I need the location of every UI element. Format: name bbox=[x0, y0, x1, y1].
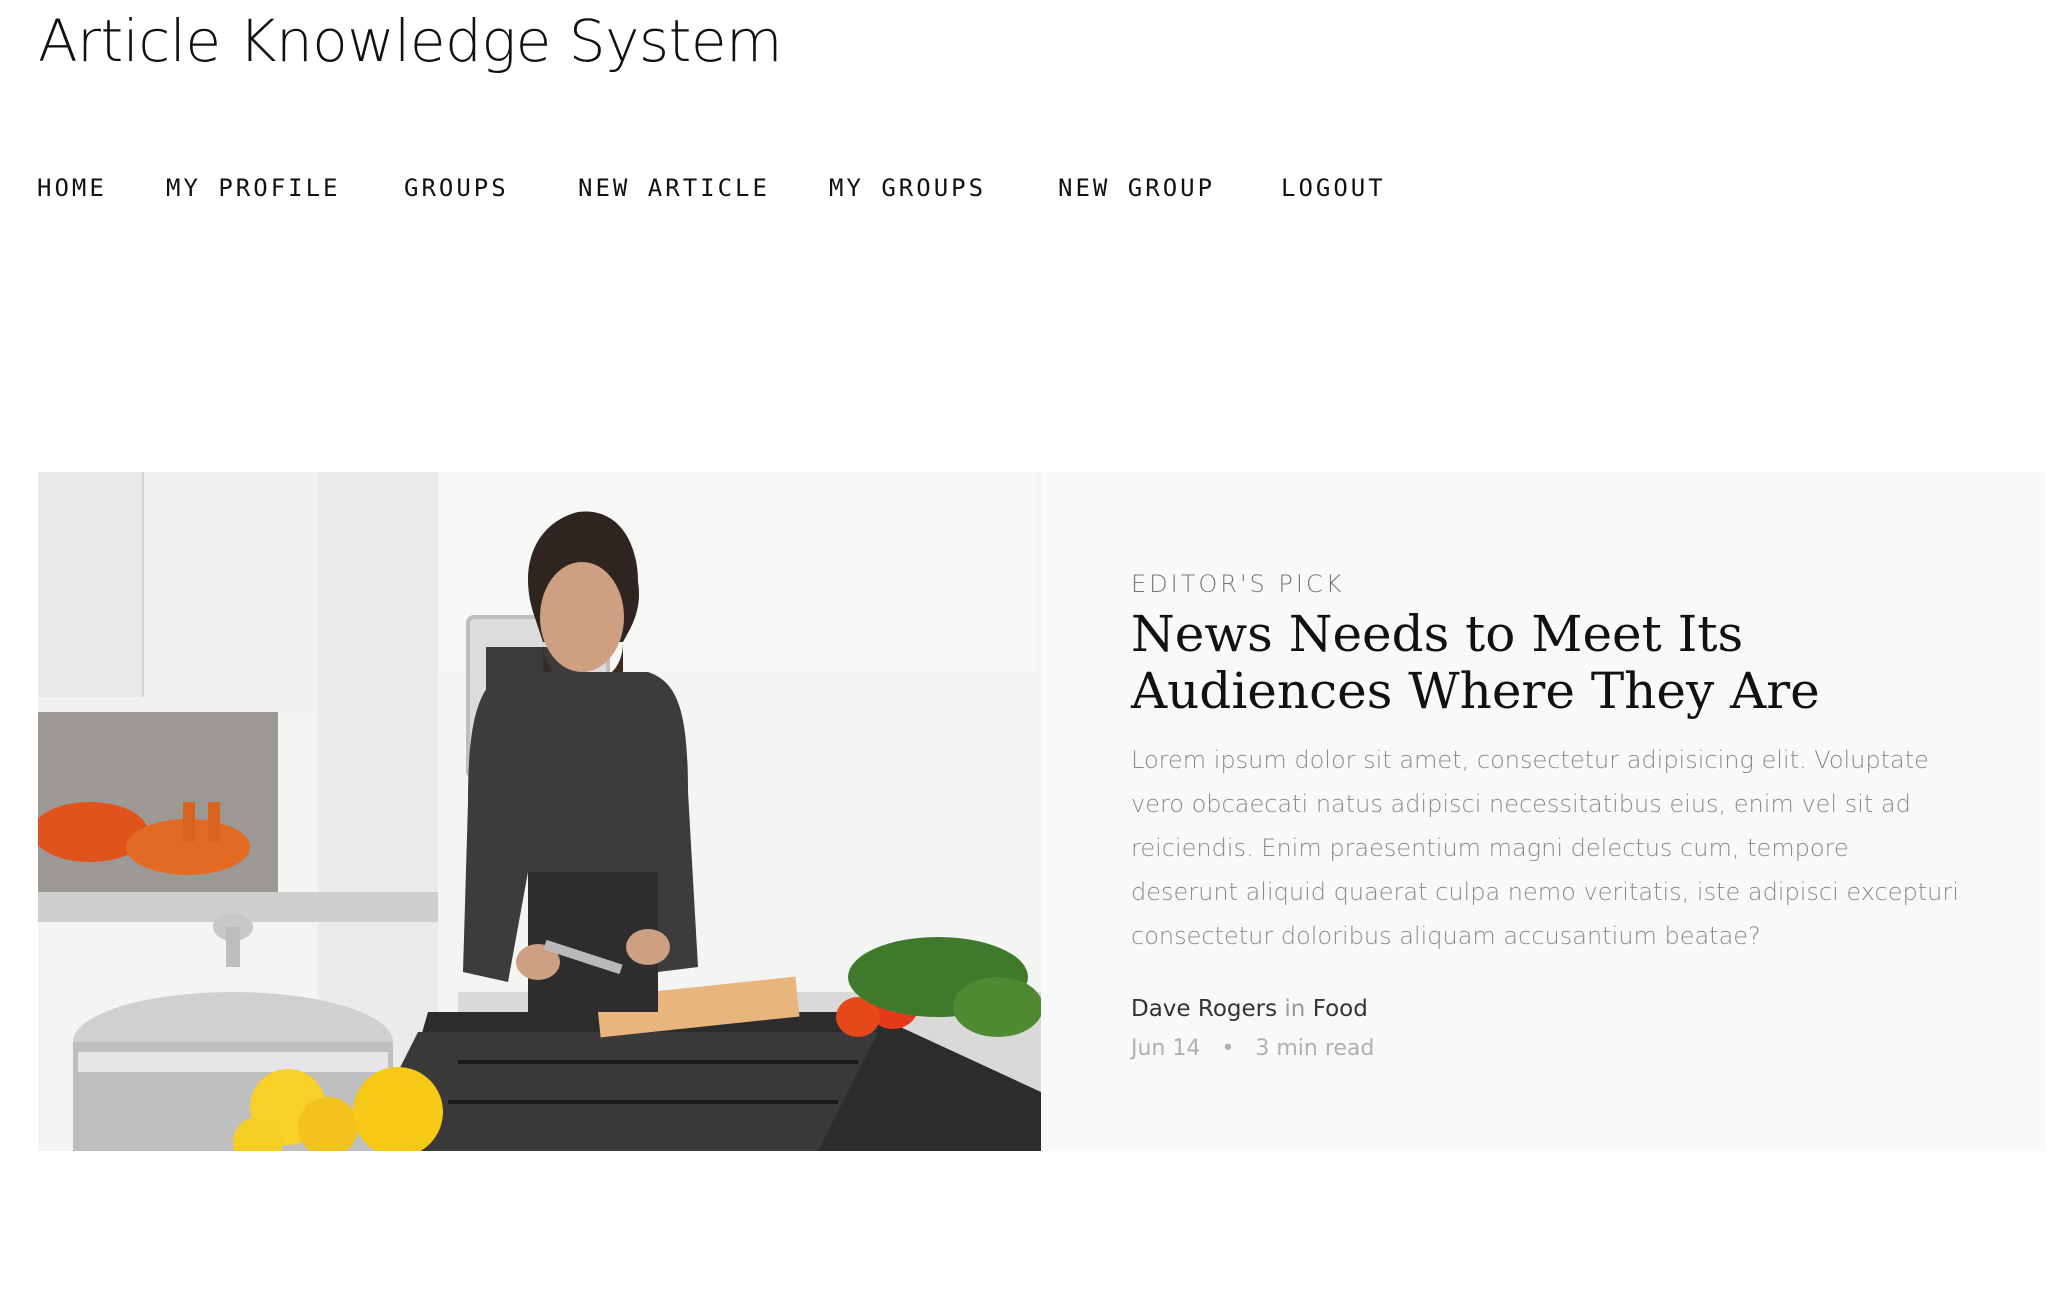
featured-article: EDITOR'S PICK News Needs to Meet Its Aud… bbox=[38, 472, 2045, 1151]
nav-groups[interactable]: GROUPS bbox=[404, 170, 509, 206]
nav-new-group[interactable]: NEW GROUP bbox=[1058, 170, 1215, 206]
nav-my-groups[interactable]: MY GROUPS bbox=[829, 170, 986, 206]
featured-image[interactable] bbox=[38, 472, 1041, 1151]
article-date: Jun 14 bbox=[1131, 1036, 1201, 1061]
read-time: 3 min read bbox=[1255, 1036, 1375, 1061]
nav-new-article[interactable]: NEW ARTICLE bbox=[578, 170, 770, 206]
article-headline[interactable]: News Needs to Meet Its Audiences Where T… bbox=[1131, 606, 1971, 720]
kitchen-photo bbox=[38, 472, 1041, 1151]
meta-separator: • bbox=[1221, 1036, 1235, 1061]
byline-in-word: in bbox=[1284, 996, 1306, 1022]
author-link[interactable]: Dave Rogers bbox=[1131, 996, 1277, 1022]
article-meta: Jun 14 • 3 min read bbox=[1131, 1036, 1374, 1061]
nav-my-profile[interactable]: MY PROFILE bbox=[166, 170, 341, 206]
nav-logout[interactable]: LOGOUT bbox=[1281, 170, 1386, 206]
site-title: Article Knowledge System bbox=[38, 7, 783, 75]
category-link[interactable]: Food bbox=[1313, 996, 1368, 1022]
nav-home[interactable]: HOME bbox=[37, 170, 107, 206]
featured-panel: EDITOR'S PICK News Needs to Meet Its Aud… bbox=[1041, 472, 2045, 1151]
article-excerpt: Lorem ipsum dolor sit amet, consectetur … bbox=[1131, 746, 1959, 950]
editors-pick-label: EDITOR'S PICK bbox=[1131, 570, 1345, 598]
article-byline: Dave Rogers in Food bbox=[1131, 996, 1368, 1022]
